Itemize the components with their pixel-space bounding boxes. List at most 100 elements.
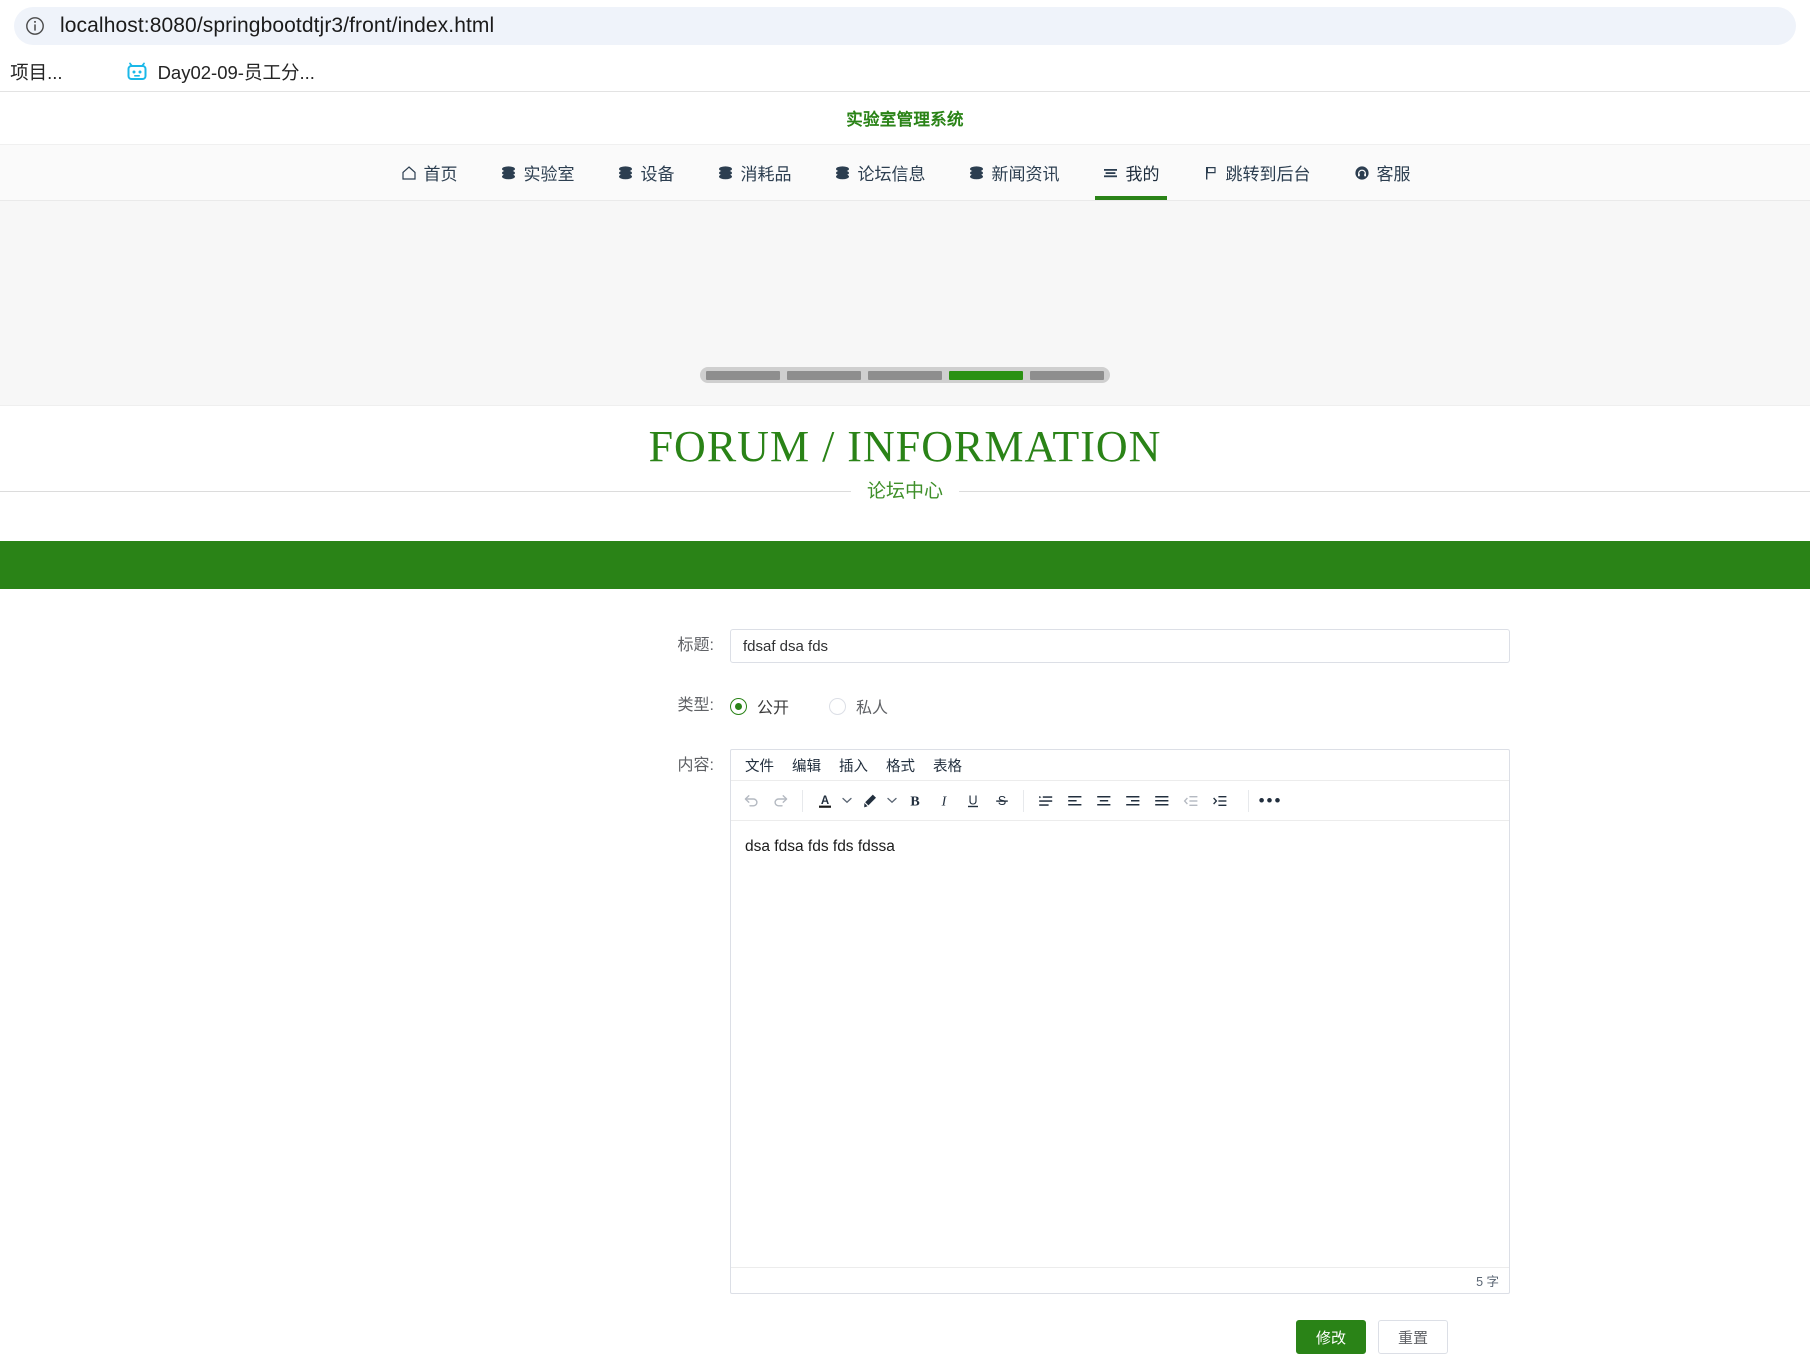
svg-text:A: A bbox=[820, 795, 828, 807]
outdent-icon[interactable] bbox=[1176, 787, 1205, 815]
rich-text-editor: 文件 编辑 插入 格式 表格 A B I U S ••• dsa fdsa fd… bbox=[730, 749, 1510, 1295]
submit-button[interactable]: 修改 bbox=[1296, 1320, 1367, 1354]
form-row-content: 内容: 文件 编辑 插入 格式 表格 A B I U S ••• dsa fds… bbox=[0, 749, 1810, 1295]
bookmark-item[interactable]: ] 项目... bbox=[0, 55, 73, 89]
bookmark-item[interactable]: Day02-09-员工分... bbox=[117, 55, 325, 89]
bookmark-label: Day02-09-员工分... bbox=[157, 61, 315, 83]
bilibili-tv-icon bbox=[127, 61, 149, 83]
browser-chrome: localhost:8080/springbootdtjr3/front/ind… bbox=[0, 0, 1810, 92]
bookmark-label: 项目... bbox=[10, 61, 63, 83]
toolbar-divider bbox=[802, 789, 803, 812]
address-bar[interactable]: localhost:8080/springbootdtjr3/front/ind… bbox=[14, 7, 1796, 45]
align-left-icon[interactable] bbox=[1060, 787, 1089, 815]
menu-insert[interactable]: 插入 bbox=[831, 752, 876, 779]
menu-edit[interactable]: 编辑 bbox=[784, 752, 829, 779]
flag-icon bbox=[1202, 164, 1220, 182]
toolbar-divider bbox=[1248, 789, 1249, 812]
title-input[interactable] bbox=[730, 629, 1510, 664]
nav-label: 新闻资讯 bbox=[991, 165, 1060, 184]
radio-option-public[interactable]: 公开 bbox=[730, 694, 789, 718]
menu-table[interactable]: 表格 bbox=[925, 752, 970, 779]
page-header: FORUM / INFORMATION 论坛中心 bbox=[0, 406, 1810, 506]
form-row-title: 标题: bbox=[0, 629, 1810, 664]
radio-label: 私人 bbox=[856, 700, 889, 718]
text-color-icon[interactable]: A bbox=[810, 787, 839, 815]
radio-option-private[interactable]: 私人 bbox=[829, 694, 888, 718]
hero-carousel bbox=[0, 201, 1810, 406]
bookmarks-bar: ] 项目... Day02-09-员工分... bbox=[0, 52, 1810, 92]
menu-file[interactable]: 文件 bbox=[737, 752, 782, 779]
nav-label: 我的 bbox=[1125, 165, 1160, 184]
nav-item-news[interactable]: 新闻资讯 bbox=[947, 145, 1081, 200]
type-field-label: 类型: bbox=[677, 697, 714, 715]
page-title: FORUM / INFORMATION bbox=[648, 422, 1162, 471]
address-bar-url: localhost:8080/springbootdtjr3/front/ind… bbox=[60, 14, 495, 37]
form-row-type: 类型: 公开 私人 bbox=[0, 689, 1810, 723]
nav-item-consumables[interactable]: 消耗品 bbox=[696, 145, 813, 200]
editor-toolbar: A B I U S ••• bbox=[731, 781, 1509, 822]
svg-text:B: B bbox=[910, 794, 919, 809]
underline-icon[interactable]: U bbox=[958, 787, 987, 815]
carousel-indicator[interactable] bbox=[868, 370, 942, 380]
layers-icon bbox=[500, 164, 518, 182]
carousel-indicator[interactable] bbox=[787, 370, 861, 380]
svg-text:I: I bbox=[940, 794, 947, 809]
word-count: 5 字 bbox=[1476, 1275, 1499, 1290]
reset-button[interactable]: 重置 bbox=[1378, 1320, 1449, 1354]
carousel-indicator[interactable] bbox=[1030, 370, 1104, 380]
nav-item-support[interactable]: 客服 bbox=[1332, 145, 1432, 200]
editor-statusbar: 5 字 bbox=[731, 1267, 1509, 1293]
align-center-icon[interactable] bbox=[1089, 787, 1118, 815]
editor-menubar: 文件 编辑 插入 格式 表格 bbox=[731, 750, 1509, 782]
site-info-icon[interactable] bbox=[20, 11, 50, 41]
chevron-down-icon[interactable] bbox=[839, 787, 855, 815]
browser-toolbar: localhost:8080/springbootdtjr3/front/ind… bbox=[0, 0, 1810, 52]
chevron-down-icon[interactable] bbox=[884, 787, 900, 815]
nav-item-laboratory[interactable]: 实验室 bbox=[479, 145, 596, 200]
site-header: 实验室管理系统 bbox=[0, 92, 1810, 144]
form-actions: 修改 重置 bbox=[1296, 1320, 1810, 1354]
nav-label: 实验室 bbox=[523, 165, 575, 184]
carousel-indicator[interactable] bbox=[706, 370, 780, 380]
headset-icon bbox=[1353, 164, 1371, 182]
nav-item-equipment[interactable]: 设备 bbox=[596, 145, 696, 200]
nav-label: 跳转到后台 bbox=[1225, 165, 1311, 184]
svg-text:U: U bbox=[968, 793, 977, 807]
carousel-indicators bbox=[700, 367, 1110, 383]
align-right-icon[interactable] bbox=[1118, 787, 1147, 815]
layers-icon bbox=[834, 164, 852, 182]
page-subtitle-row: 论坛中心 bbox=[0, 478, 1810, 505]
highlight-color-icon[interactable] bbox=[855, 787, 884, 815]
green-accent-band bbox=[0, 541, 1810, 590]
italic-icon[interactable]: I bbox=[929, 787, 958, 815]
indent-icon[interactable] bbox=[1205, 787, 1234, 815]
content-field-label: 内容: bbox=[677, 757, 714, 775]
menu-lines-icon bbox=[1102, 164, 1120, 182]
bookmark-clipped-prefix: ] bbox=[0, 61, 1, 83]
numbered-list-icon[interactable] bbox=[1031, 787, 1060, 815]
redo-icon[interactable] bbox=[766, 787, 795, 815]
nav-label: 论坛信息 bbox=[857, 165, 926, 184]
editor-paragraph: dsa fdsa fds fds fdssa bbox=[745, 838, 895, 856]
undo-icon[interactable] bbox=[737, 787, 766, 815]
radio-circle-icon bbox=[829, 697, 847, 715]
nav-item-mine[interactable]: 我的 bbox=[1081, 145, 1181, 200]
align-justify-icon[interactable] bbox=[1147, 787, 1176, 815]
home-icon bbox=[400, 164, 418, 182]
nav-item-home[interactable]: 首页 bbox=[379, 145, 479, 200]
menu-format[interactable]: 格式 bbox=[878, 752, 923, 779]
radio-circle-selected-icon bbox=[730, 697, 747, 715]
nav-item-forum[interactable]: 论坛信息 bbox=[813, 145, 947, 200]
more-options-icon[interactable]: ••• bbox=[1256, 787, 1285, 815]
nav-label: 消耗品 bbox=[740, 165, 792, 184]
type-radio-group: 公开 私人 bbox=[730, 689, 1510, 723]
nav-item-goto-admin[interactable]: 跳转到后台 bbox=[1181, 145, 1332, 200]
main-navigation: 首页 实验室 设备 消耗品 论坛信息 新闻资讯 我的 跳转到后台 客服 bbox=[0, 144, 1810, 201]
bold-icon[interactable]: B bbox=[900, 787, 929, 815]
site-title: 实验室管理系统 bbox=[846, 111, 964, 129]
strikethrough-icon[interactable]: S bbox=[987, 787, 1016, 815]
editor-content-area[interactable]: dsa fdsa fds fds fdssa bbox=[731, 821, 1509, 1267]
carousel-indicator-active[interactable] bbox=[949, 370, 1023, 380]
forum-post-form: 标题: 类型: 公开 私人 内容: bbox=[0, 589, 1810, 1354]
title-field-label: 标题: bbox=[677, 637, 714, 655]
